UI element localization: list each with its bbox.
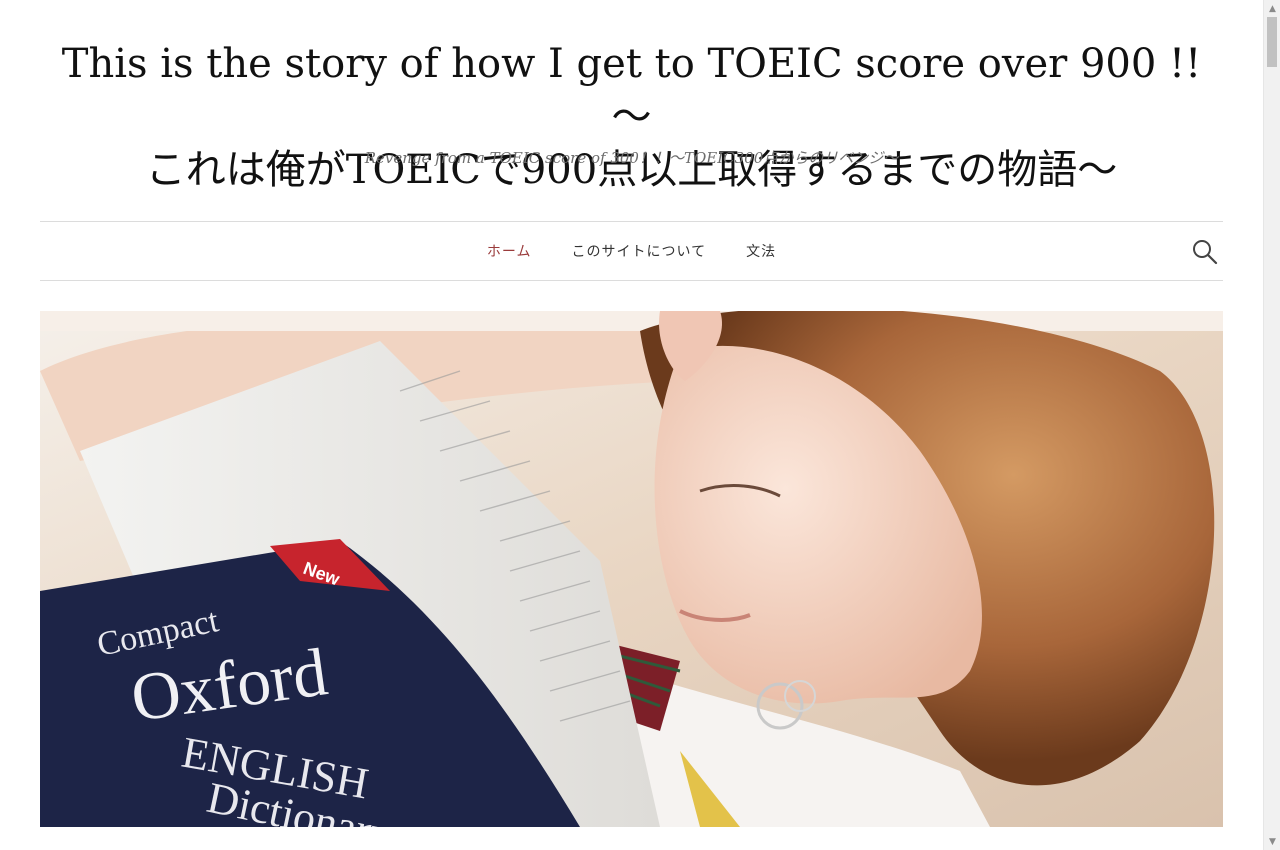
- site-title: This is the story of how I get to TOEIC …: [40, 38, 1223, 197]
- primary-navigation: ホーム このサイトについて 文法: [40, 221, 1223, 281]
- nav-item-home[interactable]: ホーム: [487, 241, 532, 261]
- site-title-link[interactable]: This is the story of how I get to TOEIC …: [62, 41, 1201, 193]
- scroll-up-arrow-icon[interactable]: ▲: [1264, 0, 1280, 17]
- site-tagline: Revenge from a TOEIC score of 300！！～TOEI…: [364, 149, 899, 167]
- search-icon: [1193, 240, 1218, 265]
- search-button[interactable]: [1191, 238, 1219, 266]
- site-title-line1: This is the story of how I get to TOEIC …: [61, 41, 1202, 140]
- header-image: New Compact Oxford ENGLISH Dictionary: [40, 311, 1223, 827]
- nav-item-about[interactable]: このサイトについて: [572, 241, 707, 261]
- scroll-down-arrow-icon[interactable]: ▼: [1264, 833, 1280, 850]
- nav-menu: ホーム このサイトについて 文法: [40, 222, 1223, 280]
- hero-illustration: New Compact Oxford ENGLISH Dictionary: [40, 311, 1223, 827]
- nav-item-grammar[interactable]: 文法: [746, 241, 776, 261]
- vertical-scrollbar[interactable]: ▲ ▼: [1263, 0, 1280, 850]
- scrollbar-thumb[interactable]: [1267, 17, 1277, 67]
- page: This is the story of how I get to TOEIC …: [0, 0, 1263, 850]
